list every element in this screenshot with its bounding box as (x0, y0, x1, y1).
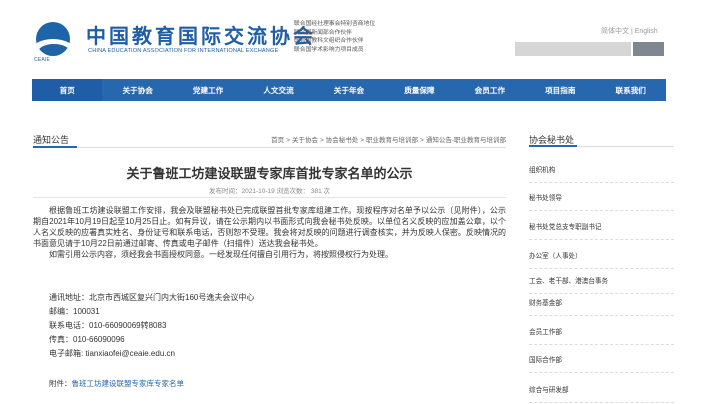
breadcrumb-department[interactable]: 职业教育与培训部 (366, 137, 418, 144)
sidebar: 协会秘书处 组织机构 秘书处领导 秘书处党总支专职副书记 办公室（人事处） 工会… (529, 130, 674, 404)
breadcrumb: 首页 > 关于协会 > 协会秘书处 > 职业教育与培训部 > 通知公告-职业教育与培训部 (271, 134, 506, 144)
sidebar-item-members[interactable]: 会员工作部 (529, 326, 674, 345)
breadcrumb-separator: > (319, 137, 324, 144)
nav-item-contact[interactable]: 联系我们 (596, 79, 666, 101)
membership-item: 联合国经社理事会特别咨商地位 (294, 21, 376, 27)
membership-item: 联合国新闻部合作伙伴 (294, 29, 352, 36)
sidebar-item-finance[interactable]: 财务基金部 (529, 297, 674, 316)
sidebar-item-organization[interactable]: 组织机构 (529, 164, 674, 183)
contact-postcode: 邮编：100031 (49, 307, 100, 316)
attachment: 附件：鲁班工坊建设联盟专家库专家名单 (49, 378, 184, 389)
section-title-underline (33, 146, 77, 148)
article-title: 关于鲁班工坊建设联盟专家库首批专家名单的公示 (126, 166, 413, 181)
main-content: 通知公告 首页 > 关于协会 > 协会秘书处 > 职业教育与培训部 > 通知公告-职业教育与培训… (33, 130, 506, 404)
nav-item-exchange[interactable]: 人文交流 (243, 79, 313, 101)
nav-item-party[interactable]: 党建工作 (173, 79, 243, 101)
contact-fax: 传真：010-66090096 (49, 335, 125, 344)
attachment-link[interactable]: 鲁班工坊建设联盟专家库专家名单 (72, 379, 185, 388)
nav-item-about[interactable]: 关于协会 (102, 79, 172, 101)
section-title: 通知公告 (33, 135, 70, 145)
article-body: 根据鲁班工坊建设联盟工作安排，我会及联盟秘书处已完成联盟首批专家库组建工作。现按… (33, 205, 506, 260)
search-input[interactable] (515, 42, 631, 56)
lang-cn-link[interactable]: 简体中文 (601, 28, 629, 35)
sidebar-item-international[interactable]: 国际合作部 (529, 354, 674, 373)
breadcrumb-separator: > (420, 137, 424, 144)
meta-divider (33, 197, 506, 198)
language-switch: 简体中文 | English (601, 26, 658, 36)
logo-icon[interactable] (36, 22, 70, 56)
attachment-label: 附件： (49, 379, 72, 388)
sidebar-item-party-secretary[interactable]: 秘书处党总支专职副书记 (529, 221, 674, 240)
sidebar-item-leaders[interactable]: 秘书处领导 (529, 192, 674, 211)
membership-item: 联合国学术影响力项目成员 (294, 46, 364, 53)
logo-caption: CEAIE (34, 57, 51, 63)
article-paragraph: 根据鲁班工坊建设联盟工作安排，我会及联盟秘书处已完成联盟首批专家库组建工作。现按… (33, 206, 506, 248)
contact-address: 通讯地址：北京市西城区复兴门内大街160号逸夫会议中心 (49, 293, 255, 302)
sidebar-title-underline (529, 145, 577, 147)
breadcrumb-current[interactable]: 通知公告-职业教育与培训部 (426, 137, 506, 144)
section-header: 通知公告 首页 > 关于协会 > 协会秘书处 > 职业教育与培训部 > 通知公告-职业教育与培训… (33, 130, 506, 148)
site-header: CEAIE 中国教育国际交流协会 CHINA EDUCATION ASSOCIA… (0, 0, 710, 78)
sidebar-item-office[interactable]: 办公室（人事处） (529, 250, 674, 269)
site-name-cn[interactable]: 中国教育国际交流协会 (86, 20, 316, 49)
sidebar-item-research[interactable]: 综合与研发部 (529, 384, 674, 403)
nav-item-conference[interactable]: 关于年会 (314, 79, 384, 101)
nav-item-projects[interactable]: 项目指南 (525, 79, 595, 101)
nav-item-home[interactable]: 首页 (32, 79, 103, 101)
nav-item-quality[interactable]: 质量保障 (384, 79, 454, 101)
site-name-en: CHINA EDUCATION ASSOCIATION FOR INTERNAT… (88, 48, 279, 54)
breadcrumb-separator: > (360, 137, 365, 144)
breadcrumb-separator: > (286, 137, 290, 144)
article-meta: 发布时间：2021-10-19 浏览次数： 381 次 (208, 188, 330, 195)
membership-item: 联合国教科文组织合作伙伴 (294, 38, 364, 45)
contact-email: 电子邮箱: tianxiaofei@ceaie.edu.cn (49, 349, 175, 358)
membership-list: 联合国经社理事会特别咨商地位 联合国新闻部合作伙伴 联合国教科文组织合作伙伴 联… (294, 20, 375, 54)
sidebar-item-union[interactable]: 工会、老干部、港澳台事务 (529, 275, 674, 294)
nav-item-members[interactable]: 会员工作 (455, 79, 525, 101)
breadcrumb-home[interactable]: 首页 (271, 137, 284, 144)
breadcrumb-secretariat[interactable]: 协会秘书处 (326, 137, 359, 144)
lang-en-link[interactable]: English (635, 28, 658, 35)
main-nav: 首页 关于协会 党建工作 人文交流 关于年会 质量保障 会员工作 项目指南 联系… (32, 79, 666, 101)
breadcrumb-about[interactable]: 关于协会 (292, 137, 318, 144)
contact-phone: 联系电话：010-66090069转8083 (49, 321, 167, 330)
search-button[interactable] (633, 42, 664, 56)
article-paragraph: 如需引用公示内容，须经我会书面授权同意。一经发现任何擅自引用行为，将按照侵权行为… (49, 250, 393, 259)
